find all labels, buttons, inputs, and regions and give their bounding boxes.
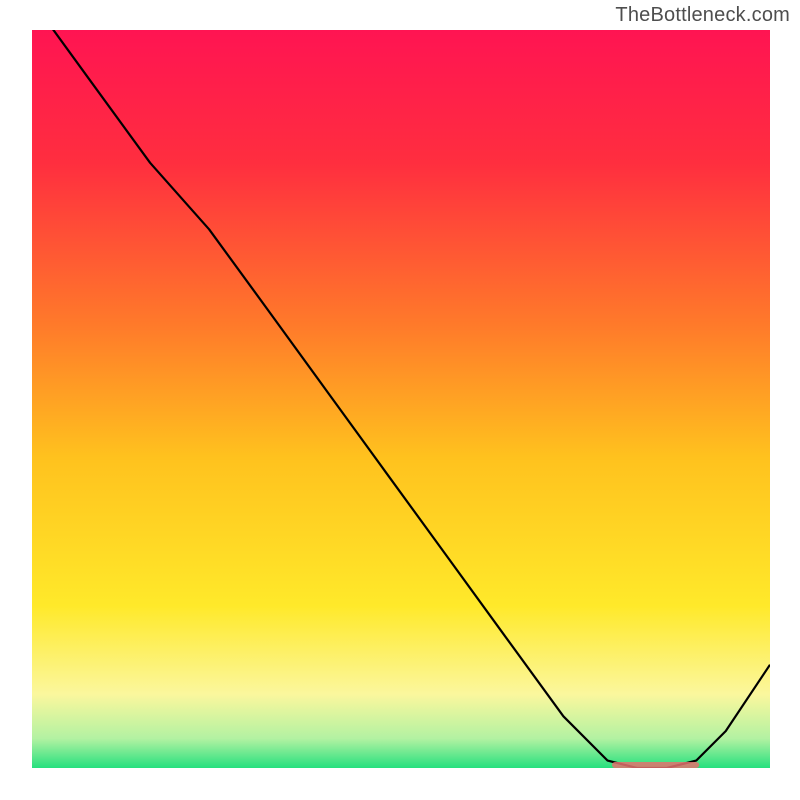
bottleneck-chart bbox=[0, 0, 800, 800]
watermark-text: TheBottleneck.com bbox=[615, 4, 790, 27]
chart-container: TheBottleneck.com bbox=[0, 0, 800, 800]
plot-area bbox=[32, 1, 770, 769]
